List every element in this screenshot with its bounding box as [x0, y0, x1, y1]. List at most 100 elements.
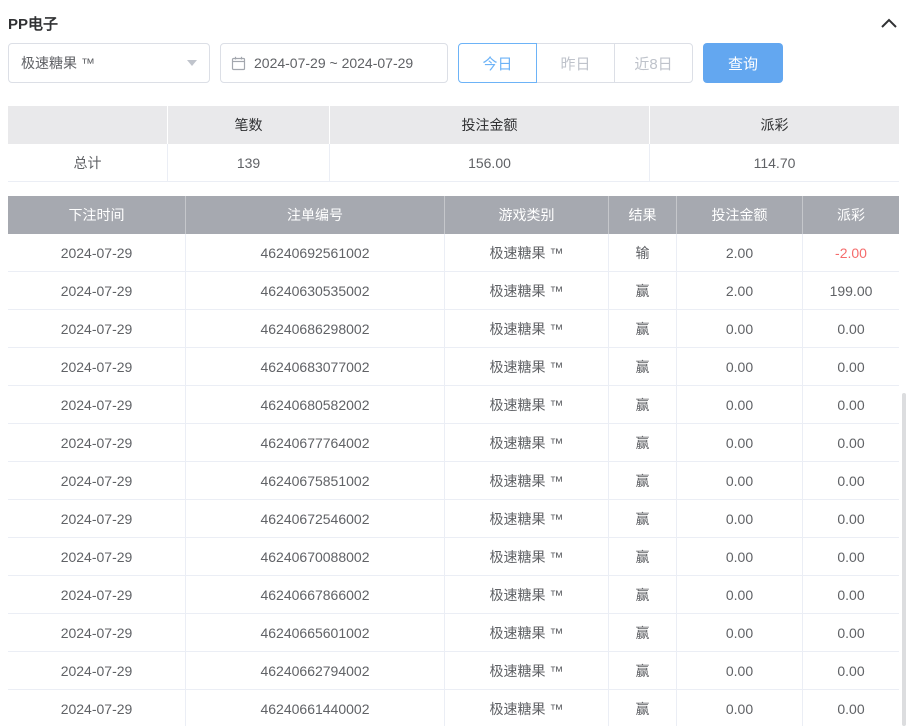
cell-result: 输 — [609, 234, 677, 271]
table-row: 2024-07-29 46240692561002 极速糖果 ™ 输 2.00 … — [8, 234, 899, 272]
table-row: 2024-07-29 46240680582002 极速糖果 ™ 赢 0.00 … — [8, 386, 899, 424]
cell-result: 赢 — [609, 538, 677, 575]
summary-header-blank — [8, 106, 168, 144]
bet-table-header-row: 下注时间 注单编号 游戏类别 结果 投注金额 派彩 — [8, 196, 899, 234]
cell-game-category: 极速糖果 ™ — [445, 272, 609, 309]
summary-header-payout: 派彩 — [650, 106, 899, 144]
cell-game-category: 极速糖果 ™ — [445, 652, 609, 689]
cell-order-number: 46240680582002 — [186, 386, 445, 423]
cell-bet-amount: 0.00 — [677, 500, 803, 537]
cell-bet-time: 2024-07-29 — [8, 576, 186, 613]
cell-bet-amount: 0.00 — [677, 538, 803, 575]
table-row: 2024-07-29 46240675851002 极速糖果 ™ 赢 0.00 … — [8, 462, 899, 500]
cell-order-number: 46240667866002 — [186, 576, 445, 613]
scrollbar[interactable] — [902, 393, 906, 726]
search-button[interactable]: 查询 — [703, 43, 783, 83]
cell-bet-amount: 0.00 — [677, 462, 803, 499]
cell-payout: 0.00 — [803, 424, 899, 461]
cell-bet-time: 2024-07-29 — [8, 462, 186, 499]
cell-order-number: 46240692561002 — [186, 234, 445, 271]
cell-game-category: 极速糖果 ™ — [445, 462, 609, 499]
cell-bet-amount: 0.00 — [677, 690, 803, 726]
pp-electronic-panel: PP电子 极速糖果 ™ 2024-07-29 ~ 2024-07-29 — [0, 0, 907, 726]
today-button[interactable]: 今日 — [458, 43, 537, 83]
cell-result: 赢 — [609, 500, 677, 537]
game-select-value: 极速糖果 ™ — [21, 53, 95, 73]
cell-payout: 0.00 — [803, 652, 899, 689]
cell-game-category: 极速糖果 ™ — [445, 576, 609, 613]
cell-payout: 0.00 — [803, 462, 899, 499]
header-result: 结果 — [609, 196, 677, 234]
cell-bet-time: 2024-07-29 — [8, 386, 186, 423]
table-row: 2024-07-29 46240667866002 极速糖果 ™ 赢 0.00 … — [8, 576, 899, 614]
last-8-days-button[interactable]: 近8日 — [614, 43, 693, 83]
cell-game-category: 极速糖果 ™ — [445, 538, 609, 575]
cell-payout: 0.00 — [803, 614, 899, 651]
cell-game-category: 极速糖果 ™ — [445, 424, 609, 461]
cell-order-number: 46240677764002 — [186, 424, 445, 461]
cell-result: 赢 — [609, 348, 677, 385]
table-row: 2024-07-29 46240630535002 极速糖果 ™ 赢 2.00 … — [8, 272, 899, 310]
header-bet-amount: 投注金额 — [677, 196, 803, 234]
cell-order-number: 46240672546002 — [186, 500, 445, 537]
summary-total-count: 139 — [168, 144, 330, 181]
panel-header: PP电子 — [8, 0, 899, 33]
cell-bet-time: 2024-07-29 — [8, 538, 186, 575]
cell-result: 赢 — [609, 386, 677, 423]
cell-game-category: 极速糖果 ™ — [445, 348, 609, 385]
cell-game-category: 极速糖果 ™ — [445, 386, 609, 423]
cell-bet-amount: 0.00 — [677, 424, 803, 461]
cell-order-number: 46240683077002 — [186, 348, 445, 385]
cell-order-number: 46240670088002 — [186, 538, 445, 575]
cell-game-category: 极速糖果 ™ — [445, 500, 609, 537]
table-row: 2024-07-29 46240665601002 极速糖果 ™ 赢 0.00 … — [8, 614, 899, 652]
cell-bet-time: 2024-07-29 — [8, 348, 186, 385]
table-row: 2024-07-29 46240661440002 极速糖果 ™ 赢 0.00 … — [8, 690, 899, 726]
filter-row: 极速糖果 ™ 2024-07-29 ~ 2024-07-29 今日 昨日 近8日… — [8, 43, 899, 83]
cell-bet-time: 2024-07-29 — [8, 424, 186, 461]
collapse-chevron-icon[interactable] — [881, 18, 899, 28]
table-row: 2024-07-29 46240683077002 极速糖果 ™ 赢 0.00 … — [8, 348, 899, 386]
summary-header-bet-amount: 投注金额 — [330, 106, 650, 144]
table-row: 2024-07-29 46240672546002 极速糖果 ™ 赢 0.00 … — [8, 500, 899, 538]
cell-bet-amount: 2.00 — [677, 234, 803, 271]
cell-result: 赢 — [609, 462, 677, 499]
cell-bet-amount: 0.00 — [677, 348, 803, 385]
cell-bet-time: 2024-07-29 — [8, 690, 186, 726]
game-select[interactable]: 极速糖果 ™ — [8, 43, 210, 83]
table-row: 2024-07-29 46240670088002 极速糖果 ™ 赢 0.00 … — [8, 538, 899, 576]
cell-bet-amount: 0.00 — [677, 614, 803, 651]
table-row: 2024-07-29 46240677764002 极速糖果 ™ 赢 0.00 … — [8, 424, 899, 462]
date-range-input[interactable]: 2024-07-29 ~ 2024-07-29 — [220, 43, 448, 83]
cell-payout: -2.00 — [803, 234, 899, 271]
summary-total-row: 总计 139 156.00 114.70 — [8, 144, 899, 182]
cell-order-number: 46240661440002 — [186, 690, 445, 726]
yesterday-button[interactable]: 昨日 — [536, 43, 615, 83]
table-row: 2024-07-29 46240686298002 极速糖果 ™ 赢 0.00 … — [8, 310, 899, 348]
cell-payout: 199.00 — [803, 272, 899, 309]
cell-game-category: 极速糖果 ™ — [445, 310, 609, 347]
date-range-value: 2024-07-29 ~ 2024-07-29 — [254, 55, 413, 71]
summary-total-label: 总计 — [8, 144, 168, 181]
quick-date-button-group: 今日 昨日 近8日 — [458, 43, 693, 83]
cell-order-number: 46240662794002 — [186, 652, 445, 689]
summary-header-row: 笔数 投注金额 派彩 — [8, 106, 899, 144]
cell-bet-amount: 2.00 — [677, 272, 803, 309]
summary-header-count: 笔数 — [168, 106, 330, 144]
cell-payout: 0.00 — [803, 310, 899, 347]
cell-bet-amount: 0.00 — [677, 652, 803, 689]
cell-result: 赢 — [609, 576, 677, 613]
cell-bet-time: 2024-07-29 — [8, 310, 186, 347]
cell-payout: 0.00 — [803, 348, 899, 385]
bet-table: 下注时间 注单编号 游戏类别 结果 投注金额 派彩 2024-07-29 462… — [8, 196, 899, 726]
table-row: 2024-07-29 46240662794002 极速糖果 ™ 赢 0.00 … — [8, 652, 899, 690]
header-bet-time: 下注时间 — [8, 196, 186, 234]
cell-bet-time: 2024-07-29 — [8, 272, 186, 309]
cell-order-number: 46240665601002 — [186, 614, 445, 651]
cell-payout: 0.00 — [803, 500, 899, 537]
summary-table: 笔数 投注金额 派彩 总计 139 156.00 114.70 — [8, 106, 899, 182]
cell-bet-amount: 0.00 — [677, 576, 803, 613]
cell-order-number: 46240686298002 — [186, 310, 445, 347]
cell-result: 赢 — [609, 690, 677, 726]
header-game-category: 游戏类别 — [445, 196, 609, 234]
